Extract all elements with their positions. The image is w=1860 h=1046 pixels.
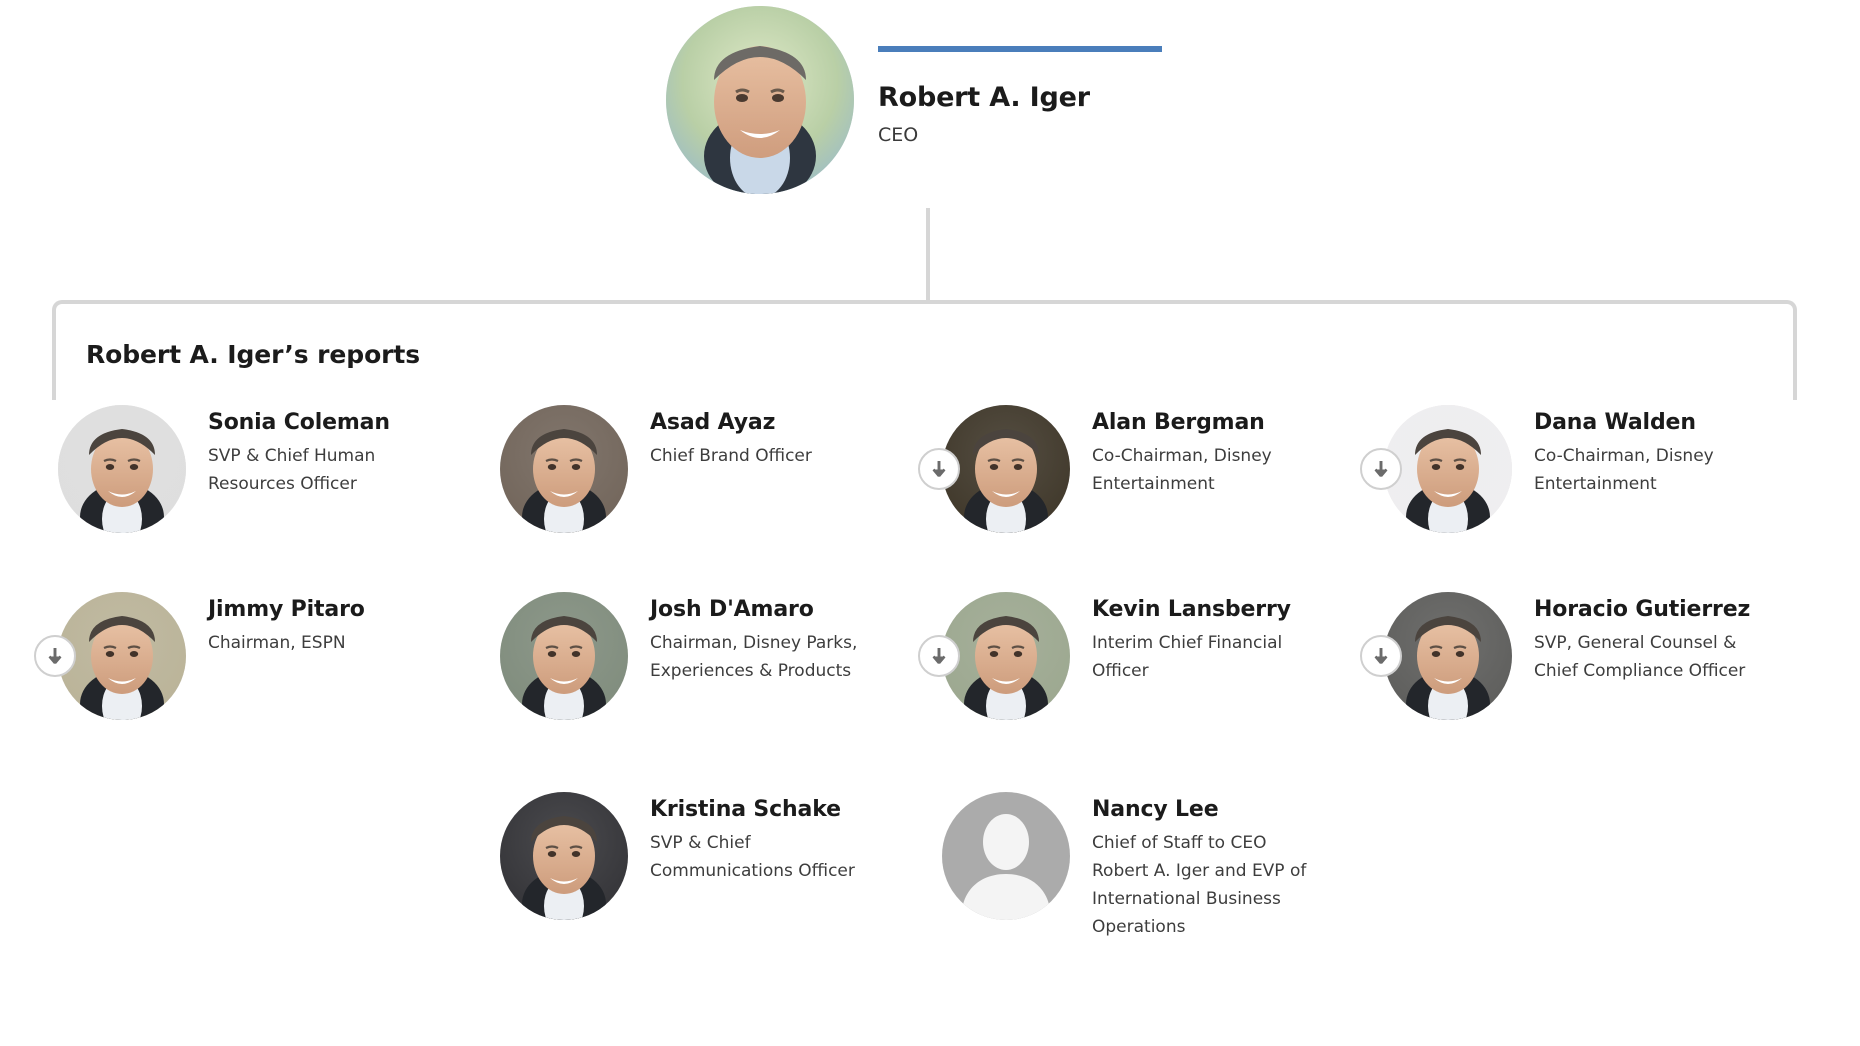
accent-bar (878, 46, 1162, 52)
avatar-wrap (500, 792, 628, 920)
expand-reports-button[interactable] (918, 448, 960, 490)
person-title: Interim Chief Financial Officer (1092, 632, 1283, 681)
avatar-wrap (918, 592, 1070, 720)
person-text-block: Dana Walden Co-Chairman, Disney Entertain… (1534, 405, 1756, 498)
avatar[interactable] (500, 405, 628, 533)
person-title: SVP & Chief Communications Officer (650, 832, 855, 881)
person-name: Alan Bergman (1092, 410, 1265, 435)
person-text-block: Kristina Schake SVP & Chief Communication… (650, 780, 872, 885)
person-card[interactable]: Josh D'Amaro Chairman, Disney Parks, Expe… (442, 580, 884, 780)
avatar-wrap (58, 405, 186, 533)
person-portrait-icon (500, 592, 628, 720)
person-text-block: Jimmy Pitaro Chairman, ESPN (208, 580, 430, 657)
person-text-block: Horacio Gutierrez SVP, General Counsel & … (1534, 580, 1756, 685)
avatar[interactable] (500, 792, 628, 920)
person-portrait-icon (942, 405, 1070, 533)
avatar[interactable] (942, 792, 1070, 920)
person-name: Jimmy Pitaro (208, 597, 365, 622)
avatar-wrap (1360, 405, 1512, 533)
person-name: Josh D'Amaro (650, 597, 814, 622)
ceo-portrait-icon (666, 6, 854, 194)
person-card[interactable]: Kevin Lansberry Interim Chief Financial O… (884, 580, 1326, 780)
person-portrait-icon (500, 792, 628, 920)
avatar[interactable] (1384, 592, 1512, 720)
person-card[interactable]: Sonia Coleman SVP & Chief Human Resources… (0, 405, 442, 580)
person-card[interactable]: Jimmy Pitaro Chairman, ESPN (0, 580, 442, 780)
person-text-block: Sonia Coleman SVP & Chief Human Resources… (208, 405, 430, 498)
person-portrait-icon (942, 592, 1070, 720)
person-card[interactable]: Horacio Gutierrez SVP, General Counsel & … (1326, 580, 1768, 780)
reports-row: Sonia Coleman SVP & Chief Human Resources… (0, 405, 1860, 580)
person-title: SVP & Chief Human Resources Officer (208, 445, 376, 494)
person-text-block: Nancy Lee Chief of Staff to CEO Robert A.… (1092, 780, 1314, 941)
person-text-block: Kevin Lansberry Interim Chief Financial O… (1092, 580, 1314, 685)
org-chart-canvas: Robert A. Iger CEO Robert A. Iger’s repo… (0, 0, 1860, 1046)
person-name: Sonia Coleman (208, 410, 390, 435)
user-placeholder-icon (942, 792, 1070, 920)
person-title: Chief Brand Officer (650, 445, 812, 466)
person-name: Kevin Lansberry (1092, 597, 1291, 622)
avatar[interactable] (58, 592, 186, 720)
arrow-down-icon (48, 648, 62, 664)
arrow-down-icon (1374, 648, 1388, 664)
person-portrait-icon (58, 405, 186, 533)
person-portrait-icon (58, 592, 186, 720)
avatar[interactable] (942, 592, 1070, 720)
person-text-block: Asad Ayaz Chief Brand Officer (650, 405, 872, 470)
person-title: Chief of Staff to CEO Robert A. Iger and… (1092, 832, 1307, 937)
person-name: Horacio Gutierrez (1534, 597, 1751, 622)
person-portrait-icon (500, 405, 628, 533)
arrow-down-icon (932, 461, 946, 477)
reports-row: Jimmy Pitaro Chairman, ESPN Josh D'Amaro Ch… (0, 580, 1860, 780)
person-card[interactable]: Dana Walden Co-Chairman, Disney Entertain… (1326, 405, 1768, 580)
reports-section-heading: Robert A. Iger’s reports (86, 340, 421, 369)
person-name: Kristina Schake (650, 797, 841, 822)
ceo-title: CEO (878, 124, 919, 147)
avatar-wrap (500, 405, 628, 533)
person-name: Dana Walden (1534, 410, 1696, 435)
avatar-wrap (1360, 592, 1512, 720)
avatar[interactable] (942, 405, 1070, 533)
person-card[interactable]: Alan Bergman Co-Chairman, Disney Entertai… (884, 405, 1326, 580)
ceo-avatar[interactable] (666, 6, 854, 194)
person-title: Co-Chairman, Disney Entertainment (1092, 445, 1272, 494)
person-card[interactable]: Kristina Schake SVP & Chief Communication… (442, 780, 884, 970)
person-card[interactable]: Asad Ayaz Chief Brand Officer (442, 405, 884, 580)
ceo-name: Robert A. Iger (878, 82, 1090, 113)
person-text-block: Josh D'Amaro Chairman, Disney Parks, Expe… (650, 580, 872, 685)
avatar[interactable] (500, 592, 628, 720)
ceo-text-block: Robert A. Iger CEO (878, 6, 1178, 149)
avatar-wrap (942, 792, 1070, 920)
arrow-down-icon (1374, 461, 1388, 477)
person-card[interactable]: Nancy Lee Chief of Staff to CEO Robert A.… (884, 780, 1326, 970)
arrow-down-icon (932, 648, 946, 664)
expand-reports-button[interactable] (918, 635, 960, 677)
person-name: Nancy Lee (1092, 797, 1219, 822)
person-title: SVP, General Counsel & Chief Compliance … (1534, 632, 1746, 681)
person-text-block: Alan Bergman Co-Chairman, Disney Entertai… (1092, 405, 1314, 498)
avatar-wrap (500, 592, 628, 720)
person-portrait-icon (1384, 592, 1512, 720)
person-portrait-icon (1384, 405, 1512, 533)
connector-line-vertical (926, 208, 930, 302)
avatar-wrap (34, 592, 186, 720)
reports-row: Kristina Schake SVP & Chief Communication… (0, 780, 1860, 970)
reports-grid: Sonia Coleman SVP & Chief Human Resources… (0, 405, 1860, 970)
person-title: Chairman, Disney Parks, Experiences & Pr… (650, 632, 858, 681)
ceo-card[interactable]: Robert A. Iger CEO (666, 6, 1178, 194)
avatar[interactable] (1384, 405, 1512, 533)
avatar[interactable] (58, 405, 186, 533)
person-name: Asad Ayaz (650, 410, 776, 435)
expand-reports-button[interactable] (1360, 448, 1402, 490)
person-title: Chairman, ESPN (208, 632, 346, 653)
avatar-wrap (918, 405, 1070, 533)
person-title: Co-Chairman, Disney Entertainment (1534, 445, 1714, 494)
expand-reports-button[interactable] (1360, 635, 1402, 677)
expand-reports-button[interactable] (34, 635, 76, 677)
